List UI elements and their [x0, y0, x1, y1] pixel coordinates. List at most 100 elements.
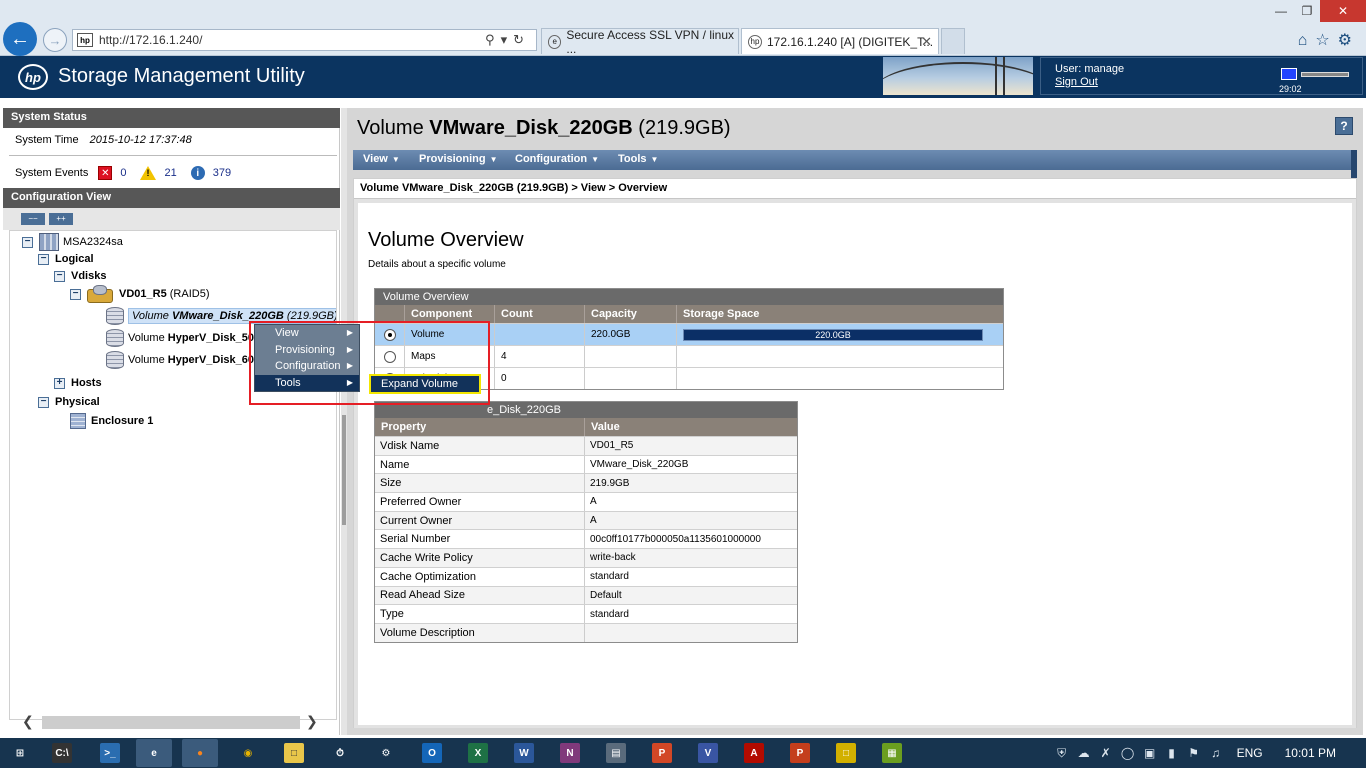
cloud-icon[interactable]: ☁ — [1073, 746, 1095, 761]
horizontal-scrollbar-thumb[interactable] — [42, 716, 300, 729]
expand-all-button[interactable]: ++ — [49, 213, 73, 225]
dropdown-icon[interactable]: ▾ — [501, 32, 514, 47]
context-menu-tools[interactable]: Tools ▶ — [255, 374, 359, 391]
vertical-scrollbar-thumb[interactable] — [342, 415, 346, 525]
rdp-icon[interactable]: ▤ — [606, 743, 626, 763]
error-count[interactable]: 0 — [120, 167, 126, 179]
collapse-icon[interactable]: − — [22, 236, 33, 248]
firefox-icon[interactable]: ● — [182, 739, 218, 767]
scroll-right-icon[interactable]: ❯ — [306, 713, 318, 730]
info-icon[interactable]: i — [190, 166, 205, 180]
collapse-icon[interactable]: − — [54, 270, 65, 282]
error-icon[interactable]: ✕ — [98, 166, 113, 180]
close-window-button[interactable]: ✕ — [1320, 0, 1366, 22]
help-icon[interactable]: ? — [1335, 117, 1353, 135]
collapse-icon[interactable]: − — [38, 253, 49, 265]
expand-icon[interactable]: + — [54, 377, 65, 389]
tree-node-enclosure[interactable]: Enclosure 1 — [70, 413, 153, 429]
clock[interactable]: 10:01 PM — [1285, 746, 1336, 760]
address-actions[interactable]: ⚲▾↻ — [485, 32, 530, 48]
tree-node-vdisks[interactable]: − Vdisks — [54, 270, 106, 282]
tree-node-vdisk-vd01[interactable]: − VD01_R5 (RAID5) — [70, 285, 210, 303]
tree-node-volume-vmware[interactable]: Volume VMware_Disk_220GB (219.9GB) — [106, 307, 336, 325]
home-icon[interactable]: ⌂ — [1298, 32, 1316, 49]
context-menu-configuration[interactable]: Configuration ▶ — [255, 358, 359, 375]
collapse-all-button[interactable]: −− — [21, 213, 45, 225]
browser-tab-vpn[interactable]: e Secure Access SSL VPN / linux ... — [541, 28, 739, 56]
tree-node-physical[interactable]: − Physical — [38, 396, 100, 408]
collapse-icon[interactable]: − — [38, 396, 49, 408]
windows-start-icon[interactable]: ⊞ — [10, 743, 30, 763]
refresh-icon[interactable]: ↻ — [513, 32, 530, 47]
cmd-icon[interactable]: C:\ — [52, 743, 72, 763]
minimize-button[interactable]: — — [1268, 0, 1294, 22]
radio-button[interactable] — [383, 328, 396, 341]
table-header: Component Count Capacity Storage Space — [375, 305, 1003, 323]
app-icon[interactable]: □ — [836, 743, 856, 763]
powershell-icon[interactable]: >_ — [100, 743, 120, 763]
radio-button[interactable] — [383, 350, 396, 363]
powerpoint-icon[interactable]: P — [652, 743, 672, 763]
acrobat-icon[interactable]: A — [744, 743, 764, 763]
sign-out-link[interactable]: Sign Out — [1055, 76, 1098, 88]
table-row[interactable]: Maps 4 — [375, 345, 1003, 367]
new-tab-button[interactable] — [941, 28, 965, 54]
table-row: Cache Write Policy write-back — [375, 548, 797, 567]
search-icon[interactable]: ⚲ — [485, 32, 501, 47]
tree-node-hosts[interactable]: + Hosts — [54, 377, 102, 389]
network-icon[interactable]: ⏱ — [330, 743, 350, 763]
header-storage-space: Storage Space — [683, 308, 760, 320]
collapse-icon[interactable]: − — [70, 288, 81, 300]
context-menu-provisioning[interactable]: Provisioning ▶ — [255, 342, 359, 359]
security-icon[interactable]: ◯ — [1117, 746, 1139, 761]
flag-icon[interactable]: ⚑ — [1183, 746, 1205, 761]
word-icon[interactable]: W — [514, 743, 534, 763]
star-icon[interactable]: ☆ — [1315, 32, 1337, 49]
address-bar[interactable]: hp http://172.16.1.240/ ⚲▾↻ — [72, 29, 537, 51]
outlook-icon[interactable]: O — [422, 743, 442, 763]
folder-icon[interactable]: □ — [284, 743, 304, 763]
language-indicator[interactable]: ENG — [1237, 746, 1263, 760]
visio-icon[interactable]: V — [698, 743, 718, 763]
menu-view[interactable]: View ▼ — [363, 153, 400, 165]
battery-icon[interactable]: ▮ — [1161, 746, 1183, 761]
onenote-icon[interactable]: N — [560, 743, 580, 763]
excel-icon[interactable]: X — [468, 743, 488, 763]
menu-provisioning[interactable]: Provisioning ▼ — [419, 153, 498, 165]
scroll-left-icon[interactable]: ❮ — [22, 713, 34, 730]
tree-node-system[interactable]: − MSA2324sa — [22, 233, 123, 251]
tree-node-volume-hyperv60[interactable]: Volume HyperV_Disk_60 — [106, 351, 254, 369]
context-menu-view[interactable]: View ▶ — [255, 325, 359, 342]
restore-button[interactable]: ❐ — [1294, 0, 1320, 22]
lock-icon[interactable]: ⛨ — [1051, 746, 1073, 761]
tree-node-label: Hosts — [71, 377, 102, 389]
tree-node-volume-hyperv50[interactable]: Volume HyperV_Disk_50 — [106, 329, 254, 347]
menu-tools[interactable]: Tools ▼ — [618, 153, 658, 165]
back-button[interactable]: ← — [3, 22, 37, 56]
network-status-icon[interactable]: ✗ — [1095, 746, 1117, 761]
settings-icon[interactable]: ⚙ — [376, 743, 396, 763]
info-count[interactable]: 379 — [213, 167, 231, 179]
table-row: Type standard — [375, 604, 797, 623]
tree-node-logical[interactable]: − Logical — [38, 253, 94, 265]
selected-volume-label[interactable]: Volume VMware_Disk_220GB (219.9GB) — [128, 308, 336, 324]
gear-icon[interactable]: ⚙ — [1338, 32, 1360, 49]
volume-name: HyperV_Disk_60 — [167, 354, 254, 366]
vmware-icon[interactable]: ▦ — [882, 743, 902, 763]
expand-volume-menu-item[interactable]: Expand Volume — [369, 374, 481, 394]
device-icon[interactable]: ▣ — [1139, 746, 1161, 761]
close-tab-icon[interactable]: ✕ — [921, 34, 932, 50]
ie-icon[interactable]: e — [136, 739, 172, 767]
table-row[interactable]: Volume 220.0GB 220.0GB — [375, 323, 1003, 345]
warning-icon[interactable]: ! — [140, 166, 157, 180]
browser-tab-smu[interactable]: hp 172.16.1.240 [A] (DIGITEK_T... ✕ — [741, 28, 939, 54]
warning-count[interactable]: 21 — [164, 167, 176, 179]
project-icon[interactable]: P — [790, 743, 810, 763]
volume-icon[interactable]: ♫ — [1205, 746, 1227, 761]
main-panel: Volume VMware_Disk_220GB (219.9GB) ? Vie… — [347, 108, 1363, 735]
chrome-icon[interactable]: ◉ — [238, 743, 258, 763]
table-row: Cache Optimization standard — [375, 566, 797, 586]
chevron-down-icon: ▼ — [391, 155, 400, 164]
menu-configuration[interactable]: Configuration ▼ — [515, 153, 599, 165]
forward-button[interactable]: → — [43, 28, 67, 52]
